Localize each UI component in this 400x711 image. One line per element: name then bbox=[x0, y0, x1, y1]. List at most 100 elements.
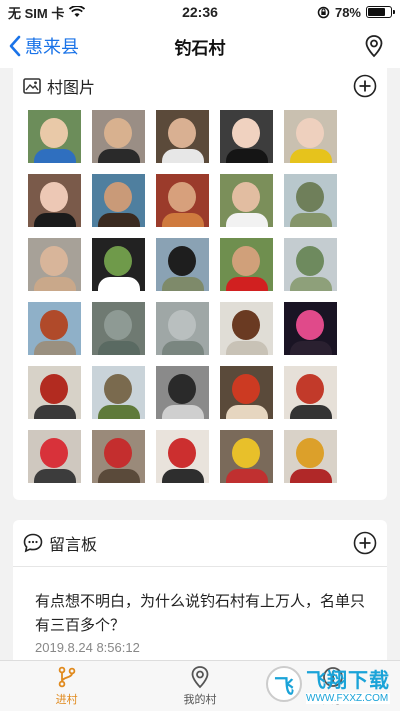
photo-subject bbox=[40, 374, 68, 404]
photo-thumbnail[interactable] bbox=[28, 238, 81, 291]
status-left: 无 SIM 卡 bbox=[8, 3, 86, 22]
add-photo-button[interactable] bbox=[353, 74, 377, 98]
photo-foreground bbox=[162, 277, 204, 291]
photo-foreground bbox=[226, 277, 268, 291]
photo-thumbnail[interactable] bbox=[92, 430, 145, 483]
photo-thumbnail[interactable] bbox=[92, 302, 145, 355]
photo-subject bbox=[40, 438, 68, 468]
photo-subject bbox=[232, 246, 260, 276]
photo-foreground bbox=[98, 341, 140, 355]
photo-foreground bbox=[98, 149, 140, 163]
photo-subject bbox=[296, 118, 324, 148]
tab-my-village[interactable]: 我的村 bbox=[133, 661, 266, 711]
photo-foreground bbox=[98, 405, 140, 419]
photo-foreground bbox=[290, 469, 332, 483]
scroll-content[interactable]: 村图片 留言板 有点想不明白，为什么说钓石村有上万人，名单只有三百多个？ 201… bbox=[0, 68, 400, 660]
photo-foreground bbox=[98, 469, 140, 483]
branch-icon bbox=[58, 666, 75, 688]
photo-thumbnail[interactable] bbox=[28, 366, 81, 419]
photo-foreground bbox=[226, 469, 268, 483]
photo-thumbnail[interactable] bbox=[156, 366, 209, 419]
rotation-lock-icon bbox=[317, 6, 330, 18]
photo-subject bbox=[40, 182, 68, 212]
image-icon bbox=[23, 78, 41, 94]
watermark: 飞 飞翔下载 WWW.FXXZ.COM bbox=[266, 664, 390, 704]
photo-thumbnail[interactable] bbox=[284, 430, 337, 483]
photo-subject bbox=[104, 118, 132, 148]
photo-thumbnail[interactable] bbox=[220, 430, 273, 483]
photo-foreground bbox=[34, 277, 76, 291]
photo-thumbnail[interactable] bbox=[284, 238, 337, 291]
watermark-logo-icon: 飞 bbox=[266, 666, 302, 702]
battery-fill bbox=[368, 8, 386, 16]
photo-thumbnail[interactable] bbox=[28, 174, 81, 227]
photo-foreground bbox=[34, 213, 76, 227]
status-right: 78% bbox=[317, 5, 395, 20]
photo-thumbnail[interactable] bbox=[156, 174, 209, 227]
carrier-label: 无 SIM 卡 bbox=[8, 5, 65, 21]
photo-thumbnail[interactable] bbox=[284, 110, 337, 163]
photo-thumbnail[interactable] bbox=[284, 174, 337, 227]
photo-foreground bbox=[98, 213, 140, 227]
photo-foreground bbox=[290, 149, 332, 163]
photo-subject bbox=[40, 310, 68, 340]
photo-subject bbox=[168, 374, 196, 404]
photo-foreground bbox=[226, 213, 268, 227]
photo-thumbnail[interactable] bbox=[92, 110, 145, 163]
photo-subject bbox=[296, 438, 324, 468]
photo-thumbnail[interactable] bbox=[284, 302, 337, 355]
tab-enter-village[interactable]: 进村 bbox=[0, 661, 133, 711]
add-message-button[interactable] bbox=[353, 531, 377, 555]
photo-subject bbox=[232, 182, 260, 212]
message-text: 有点想不明白，为什么说钓石村有上万人，名单只有三百多个？ bbox=[35, 593, 366, 634]
photo-thumbnail[interactable] bbox=[28, 110, 81, 163]
photo-foreground bbox=[162, 341, 204, 355]
status-bar: 无 SIM 卡 22:36 78% bbox=[0, 0, 400, 24]
navigation-bar: 惠来县 钓石村 bbox=[0, 24, 400, 68]
photo-thumbnail[interactable] bbox=[156, 302, 209, 355]
photo-foreground bbox=[290, 213, 332, 227]
photo-subject bbox=[104, 246, 132, 276]
tab-enter-village-label: 进村 bbox=[55, 694, 78, 706]
photo-subject bbox=[168, 310, 196, 340]
photo-thumbnail[interactable] bbox=[220, 302, 273, 355]
photo-subject bbox=[104, 182, 132, 212]
divider bbox=[13, 566, 387, 567]
photo-thumbnail[interactable] bbox=[28, 430, 81, 483]
tab-my-village-label: 我的村 bbox=[183, 694, 217, 706]
photo-thumbnail[interactable] bbox=[220, 174, 273, 227]
photo-thumbnail[interactable] bbox=[156, 238, 209, 291]
photo-thumbnail[interactable] bbox=[220, 366, 273, 419]
photo-foreground bbox=[226, 341, 268, 355]
photo-subject bbox=[168, 118, 196, 148]
photo-foreground bbox=[226, 405, 268, 419]
photo-thumbnail[interactable] bbox=[28, 302, 81, 355]
photo-foreground bbox=[162, 469, 204, 483]
photo-thumbnail[interactable] bbox=[220, 110, 273, 163]
photo-subject bbox=[104, 438, 132, 468]
photo-subject bbox=[232, 374, 260, 404]
board-header: 留言板 bbox=[13, 520, 387, 566]
photo-thumbnail[interactable] bbox=[284, 366, 337, 419]
photo-foreground bbox=[290, 405, 332, 419]
photo-subject bbox=[296, 182, 324, 212]
back-label: 惠来县 bbox=[25, 37, 79, 57]
photos-card: 村图片 bbox=[13, 68, 387, 500]
photo-foreground bbox=[34, 341, 76, 355]
photo-subject bbox=[40, 246, 68, 276]
photo-foreground bbox=[162, 149, 204, 163]
watermark-main: 飞翔下载 bbox=[306, 670, 390, 692]
board-title: 留言板 bbox=[49, 537, 98, 554]
photo-subject bbox=[104, 310, 132, 340]
photo-thumbnail[interactable] bbox=[92, 174, 145, 227]
photo-thumbnail[interactable] bbox=[92, 238, 145, 291]
photo-thumbnail[interactable] bbox=[156, 110, 209, 163]
photo-thumbnail[interactable] bbox=[220, 238, 273, 291]
photo-thumbnail[interactable] bbox=[156, 430, 209, 483]
photo-foreground bbox=[226, 149, 268, 163]
photo-thumbnail[interactable] bbox=[92, 366, 145, 419]
back-button[interactable]: 惠来县 bbox=[8, 24, 79, 68]
photo-subject bbox=[168, 438, 196, 468]
location-pin-icon[interactable] bbox=[362, 34, 386, 58]
photo-subject bbox=[232, 118, 260, 148]
